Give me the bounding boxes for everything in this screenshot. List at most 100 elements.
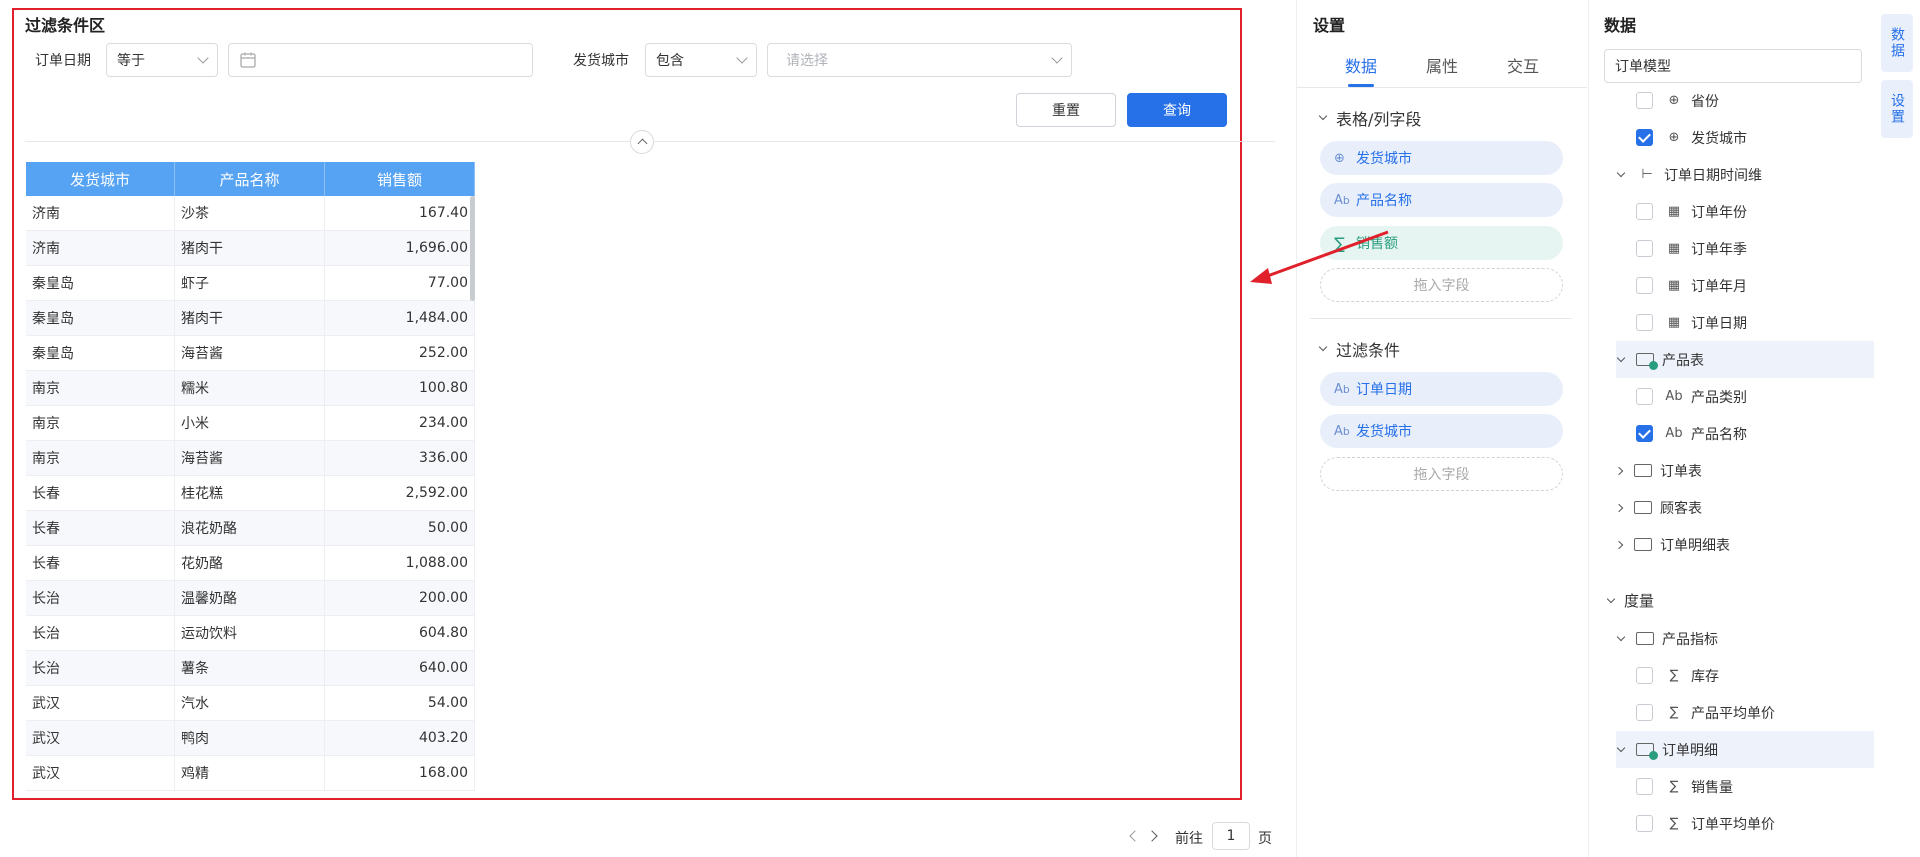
tree-item[interactable]: ∑ 库存 bbox=[1616, 657, 1876, 694]
tree-item-checkbox[interactable] bbox=[1636, 129, 1653, 146]
ship-city-value-select[interactable]: 请选择 bbox=[767, 43, 1072, 77]
query-button[interactable]: 查询 bbox=[1127, 93, 1227, 127]
tree-item-checkbox[interactable] bbox=[1636, 277, 1653, 294]
table-row[interactable]: 长治 温馨奶酪 200.00 bbox=[26, 581, 475, 616]
tree-item[interactable]: ∑ 销售量 bbox=[1616, 768, 1876, 805]
chevron-right-icon[interactable] bbox=[1614, 540, 1624, 549]
section-table-fields[interactable]: 表格/列字段 bbox=[1318, 106, 1421, 130]
tree-item[interactable]: ▦ 订单年份 bbox=[1616, 193, 1876, 230]
filter-pill-order-date[interactable]: Ab 订单日期 bbox=[1320, 372, 1563, 406]
tree-item[interactable]: 订单表 bbox=[1614, 452, 1876, 489]
sigma-icon: ∑ bbox=[1669, 668, 1679, 683]
table-row[interactable]: 武汉 鸭肉 403.20 bbox=[26, 721, 475, 756]
tree-item[interactable]: ∑ 订单平均单价 bbox=[1616, 805, 1876, 842]
cell-sales: 1,088.00 bbox=[325, 546, 475, 580]
tree-item-label: 订单明细 bbox=[1662, 742, 1718, 759]
reset-button[interactable]: 重置 bbox=[1016, 93, 1116, 127]
table-row[interactable]: 长春 桂花糕 2,592.00 bbox=[26, 476, 475, 511]
tree-item[interactable]: 订单明细表 bbox=[1614, 526, 1876, 563]
tree-item-label: 发货城市 bbox=[1691, 130, 1747, 147]
tree-item[interactable]: ⊕ 省份 bbox=[1616, 82, 1876, 119]
tab-properties[interactable]: 属性 bbox=[1412, 53, 1472, 77]
tree-item-checkbox[interactable] bbox=[1636, 92, 1653, 109]
drop-field-zone[interactable]: 拖入字段 bbox=[1320, 268, 1563, 302]
column-header-ship-city[interactable]: 发货城市 bbox=[26, 162, 175, 196]
table-row[interactable]: 济南 猪肉干 1,696.00 bbox=[26, 231, 475, 266]
tree-item-checkbox[interactable] bbox=[1636, 240, 1653, 257]
tree-item[interactable]: ⊕ 发货城市 bbox=[1616, 119, 1876, 156]
field-pill-sales[interactable]: ∑ 销售额 bbox=[1320, 226, 1563, 260]
chevron-down-icon[interactable] bbox=[1616, 632, 1626, 641]
table-row[interactable]: 南京 小米 234.00 bbox=[26, 406, 475, 441]
tree-item-checkbox[interactable] bbox=[1636, 778, 1653, 795]
chevron-down-icon[interactable] bbox=[1616, 743, 1626, 752]
table-scrollbar[interactable] bbox=[470, 196, 475, 301]
side-tab-settings[interactable]: 设置 bbox=[1881, 80, 1913, 138]
chevron-down-icon bbox=[197, 52, 209, 64]
tree-item[interactable]: ⊢ 订单日期时间维 bbox=[1616, 156, 1876, 193]
data-model-select[interactable]: 订单模型 bbox=[1604, 49, 1862, 83]
tree-item-checkbox[interactable] bbox=[1636, 314, 1653, 331]
table-row[interactable]: 南京 海苔酱 336.00 bbox=[26, 441, 475, 476]
table-row[interactable]: 济南 沙茶 167.40 bbox=[26, 196, 475, 231]
column-header-product-name[interactable]: 产品名称 bbox=[175, 162, 325, 196]
tree-item[interactable]: 订单明细 bbox=[1616, 731, 1876, 768]
measures-section[interactable]: 度量 bbox=[1606, 590, 1654, 611]
section-filters[interactable]: 过滤条件 bbox=[1318, 337, 1400, 361]
order-date-picker[interactable] bbox=[228, 43, 533, 77]
table-row[interactable]: 秦皇岛 猪肉干 1,484.00 bbox=[26, 301, 475, 336]
tree-item[interactable]: ▦ 订单年月 bbox=[1616, 267, 1876, 304]
table-row[interactable]: 秦皇岛 虾子 77.00 bbox=[26, 266, 475, 301]
order-date-operator-select[interactable]: 等于 bbox=[106, 43, 218, 77]
tab-data[interactable]: 数据 bbox=[1331, 53, 1391, 77]
tree-item-label: 订单年月 bbox=[1691, 278, 1747, 295]
table-row[interactable]: 武汉 鸡精 168.00 bbox=[26, 756, 475, 791]
text-field-icon: Ab bbox=[1665, 389, 1683, 404]
cell-sales: 54.00 bbox=[325, 686, 475, 720]
cell-ship-city: 武汉 bbox=[26, 686, 175, 720]
tree-item[interactable]: Ab 产品名称 bbox=[1616, 415, 1876, 452]
tree-item-label: 产品指标 bbox=[1662, 631, 1718, 648]
field-pill-label: 销售额 bbox=[1356, 236, 1398, 252]
tree-item-checkbox[interactable] bbox=[1636, 704, 1653, 721]
cell-product-name: 小米 bbox=[175, 406, 325, 440]
filter-pill-ship-city[interactable]: Ab 发货城市 bbox=[1320, 414, 1563, 448]
tab-interaction[interactable]: 交互 bbox=[1493, 53, 1553, 77]
ship-city-operator-select[interactable]: 包含 bbox=[645, 43, 757, 77]
tree-item-checkbox[interactable] bbox=[1636, 815, 1653, 832]
tree-item[interactable]: ▦ 订单年季 bbox=[1616, 230, 1876, 267]
table-row[interactable]: 南京 糯米 100.80 bbox=[26, 371, 475, 406]
chevron-down-icon[interactable] bbox=[1616, 168, 1626, 177]
tree-item-checkbox[interactable] bbox=[1636, 203, 1653, 220]
cell-product-name: 鸭肉 bbox=[175, 721, 325, 755]
page-number-input[interactable]: 1 bbox=[1212, 822, 1250, 850]
side-tab-data[interactable]: 数据 bbox=[1881, 14, 1913, 72]
field-pill-ship-city[interactable]: ⊕ 发货城市 bbox=[1320, 141, 1563, 175]
tree-item[interactable]: 顾客表 bbox=[1614, 489, 1876, 526]
tree-item[interactable]: ∑ 产品平均单价 bbox=[1616, 694, 1876, 731]
field-pill-product-name[interactable]: Ab 产品名称 bbox=[1320, 183, 1563, 217]
measures-title: 度量 bbox=[1624, 592, 1655, 610]
tree-item[interactable]: 产品表 bbox=[1616, 341, 1876, 378]
table-row[interactable]: 长春 花奶酪 1,088.00 bbox=[26, 546, 475, 581]
table-row[interactable]: 武汉 汽水 54.00 bbox=[26, 686, 475, 721]
tree-item[interactable]: Ab 产品类别 bbox=[1616, 378, 1876, 415]
tree-item-checkbox[interactable] bbox=[1636, 667, 1653, 684]
tree-item-checkbox[interactable] bbox=[1636, 388, 1653, 405]
tree-item-label: 订单表 bbox=[1660, 463, 1702, 480]
tree-item[interactable]: ▦ 订单日期 bbox=[1616, 304, 1876, 341]
column-header-sales[interactable]: 销售额 bbox=[325, 162, 475, 196]
tree-item-checkbox[interactable] bbox=[1636, 425, 1653, 442]
chevron-right-icon[interactable] bbox=[1614, 466, 1624, 475]
text-field-icon: Ab bbox=[1665, 426, 1683, 441]
table-row[interactable]: 秦皇岛 海苔酱 252.00 bbox=[26, 336, 475, 371]
table-row[interactable]: 长治 运动饮料 604.80 bbox=[26, 616, 475, 651]
drop-filter-zone[interactable]: 拖入字段 bbox=[1320, 457, 1563, 491]
collapse-filter-button[interactable] bbox=[630, 130, 654, 154]
chevron-down-icon[interactable] bbox=[1616, 353, 1626, 362]
cell-ship-city: 济南 bbox=[26, 196, 175, 230]
chevron-right-icon[interactable] bbox=[1614, 503, 1624, 512]
table-row[interactable]: 长春 浪花奶酪 50.00 bbox=[26, 511, 475, 546]
table-row[interactable]: 长治 薯条 640.00 bbox=[26, 651, 475, 686]
tree-item[interactable]: 产品指标 bbox=[1616, 620, 1876, 657]
